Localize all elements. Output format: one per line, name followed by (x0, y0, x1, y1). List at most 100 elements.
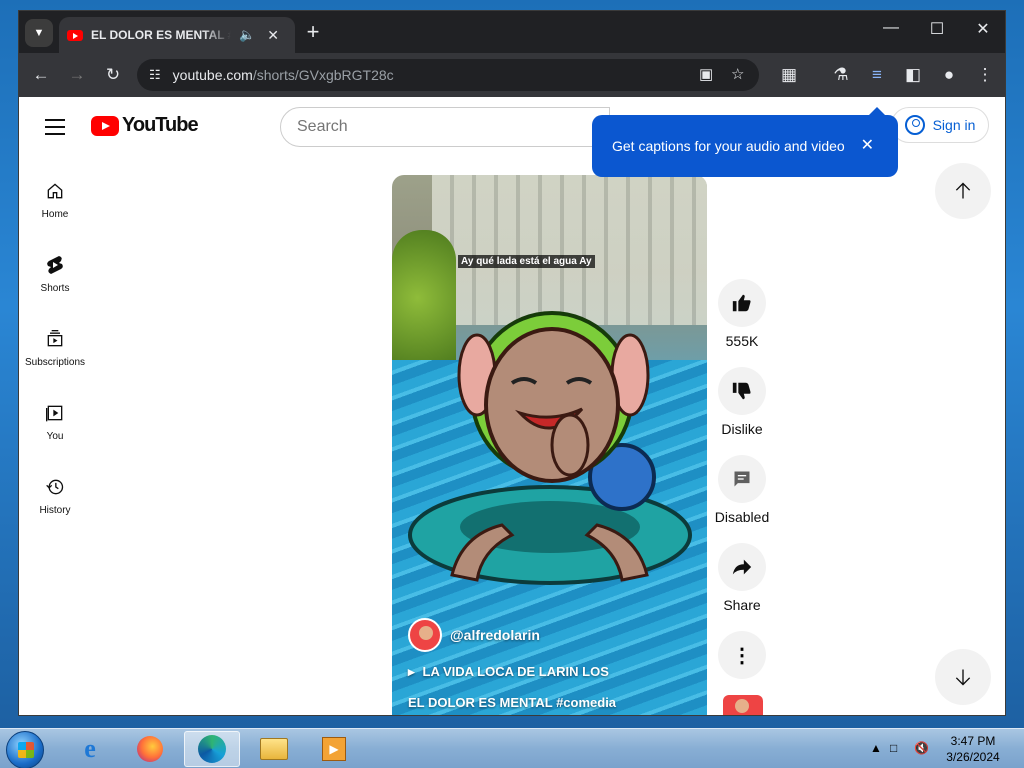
internet-explorer-icon: e (84, 734, 96, 763)
taskbar-firefox[interactable] (122, 731, 178, 767)
like-count: 555K (725, 333, 759, 349)
back-button[interactable]: ← (29, 63, 53, 87)
guide-label: Home (41, 209, 69, 220)
dislike-action[interactable]: Dislike (715, 367, 769, 437)
install-app-icon[interactable]: ▣ (699, 65, 713, 83)
windows-taskbar: e ▶ ▲ □ 🔇 3:47 PM 3/26/2024 (0, 728, 1024, 768)
maximize-button[interactable]: ☐ (917, 19, 957, 39)
arrow-down-icon (955, 669, 971, 686)
youtube-play-icon (91, 115, 119, 136)
side-panel-icon[interactable]: ◧ (901, 63, 925, 87)
volume-muted-icon[interactable]: 🔇 (914, 741, 929, 755)
taskbar-file-explorer[interactable] (246, 731, 302, 767)
minimize-button[interactable]: — (871, 19, 911, 37)
tab-search-button[interactable]: ▼ (25, 19, 53, 47)
share-button[interactable] (718, 543, 766, 591)
search-input[interactable] (297, 118, 577, 136)
youtube-logo-text: YouTube (122, 114, 199, 136)
video-caption: Ay qué lada está el agua Ay (458, 255, 595, 268)
folder-icon (260, 738, 288, 760)
sound-thumbnail[interactable] (723, 695, 763, 715)
youtube-favicon-icon (67, 29, 83, 41)
media-player-icon: ▶ (322, 737, 346, 761)
thumbs-down-icon (732, 382, 751, 400)
song-link[interactable]: ▸ LA VIDA LOCA DE LARIN LOS (408, 664, 609, 680)
comments-action[interactable]: Disabled (715, 455, 769, 525)
shorts-video-player[interactable]: Ay qué lada está el agua Ay @alfredolari… (392, 175, 707, 715)
url-host: youtube.com (172, 67, 253, 83)
comments-button[interactable] (718, 455, 766, 503)
guide-item-you[interactable]: You (19, 389, 91, 463)
taskbar-edge[interactable] (184, 731, 240, 767)
close-tab-icon[interactable]: ✕ (267, 27, 279, 44)
search-box[interactable] (280, 107, 610, 147)
bookmark-star-icon[interactable]: ☆ (731, 65, 744, 83)
browser-toolbar: ← → ↻ ☷ youtube.com/shorts/GVxgbRGT28c ▣… (19, 53, 1005, 97)
taskbar-media-player[interactable]: ▶ (306, 731, 362, 767)
system-clock[interactable]: 3:47 PM 3/26/2024 (940, 733, 1006, 765)
profile-avatar-icon[interactable]: ● (937, 63, 961, 87)
guide-item-shorts[interactable]: Shorts (19, 241, 91, 315)
callout-text: Get captions for your audio and video (612, 138, 845, 154)
thumbs-up-icon (732, 294, 751, 312)
more-options-button[interactable]: ⋮ (718, 631, 766, 679)
active-tab[interactable]: EL DOLOR ES MENTAL #comedia 🔈 ✕ (59, 17, 295, 53)
new-tab-button[interactable]: + (301, 19, 325, 44)
video-title[interactable]: EL DOLOR ES MENTAL #comedia (408, 695, 616, 710)
video-background (432, 175, 707, 325)
comment-icon (734, 471, 750, 487)
site-info-icon[interactable]: ☷ (149, 67, 161, 83)
labs-flask-icon[interactable]: ⚗ (829, 63, 853, 87)
cartoon-character-illustration (408, 311, 692, 585)
browser-window: ▼ EL DOLOR ES MENTAL #comedia 🔈 ✕ + — ☐ … (18, 10, 1006, 716)
start-button[interactable] (6, 731, 44, 768)
like-button[interactable] (718, 279, 766, 327)
guide-item-history[interactable]: History (19, 463, 91, 537)
more-vertical-icon: ⋮ (732, 644, 752, 667)
address-bar[interactable]: ☷ youtube.com/shorts/GVxgbRGT28c ▣ ☆ (137, 59, 759, 91)
song-title: LA VIDA LOCA DE LARIN LOS (422, 664, 609, 679)
close-icon[interactable]: ✕ (861, 135, 874, 155)
channel-info[interactable]: @alfredolarin (408, 618, 540, 652)
menu-hamburger-icon[interactable] (45, 119, 65, 140)
channel-handle[interactable]: @alfredolarin (450, 627, 540, 643)
clock-date: 3/26/2024 (946, 750, 1000, 764)
you-library-icon (43, 401, 67, 425)
shorts-actions: 555K Dislike Disabled Share ⋮ (715, 279, 769, 697)
previous-video-button[interactable] (935, 163, 991, 219)
speaker-icon[interactable]: 🔈 (239, 27, 255, 43)
url-path: /shorts/GVxgbRGT28c (252, 67, 394, 83)
tab-title: EL DOLOR ES MENTAL #comedia (91, 28, 231, 42)
youtube-logo[interactable]: YouTube (91, 114, 199, 137)
guide-label: Shorts (40, 283, 70, 294)
dislike-button[interactable] (718, 367, 766, 415)
history-icon (43, 475, 67, 499)
home-icon (43, 179, 67, 203)
account-circle-icon (904, 115, 925, 135)
next-video-button[interactable] (935, 649, 991, 705)
comments-label: Disabled (714, 509, 770, 525)
browser-menu-icon[interactable]: ⋮ (973, 63, 997, 87)
guide-sidebar: Home Shorts Subscriptions You History (19, 167, 91, 537)
more-action[interactable]: ⋮ (715, 631, 769, 679)
forward-button[interactable]: → (65, 63, 89, 87)
channel-avatar[interactable] (408, 618, 442, 652)
like-action[interactable]: 555K (715, 279, 769, 349)
sign-in-label: Sign in (932, 117, 976, 133)
sign-in-button[interactable]: Sign in (891, 107, 989, 143)
close-window-button[interactable]: ✕ (963, 19, 1003, 39)
guide-item-subscriptions[interactable]: Subscriptions (19, 315, 91, 389)
live-caption-icon[interactable]: ≡ (865, 63, 889, 87)
extensions-puzzle-icon[interactable]: ▦ (777, 63, 801, 87)
subscriptions-icon (43, 327, 67, 351)
edge-icon (198, 735, 226, 763)
taskbar-internet-explorer[interactable]: e (62, 731, 118, 767)
share-label: Share (723, 597, 761, 613)
guide-label: History (39, 505, 71, 516)
network-icon[interactable]: □ (890, 741, 897, 755)
dislike-label: Dislike (721, 421, 763, 437)
share-action[interactable]: Share (715, 543, 769, 613)
reload-button[interactable]: ↻ (101, 63, 125, 87)
show-hidden-icons-icon[interactable]: ▲ (870, 741, 882, 755)
guide-item-home[interactable]: Home (19, 167, 91, 241)
